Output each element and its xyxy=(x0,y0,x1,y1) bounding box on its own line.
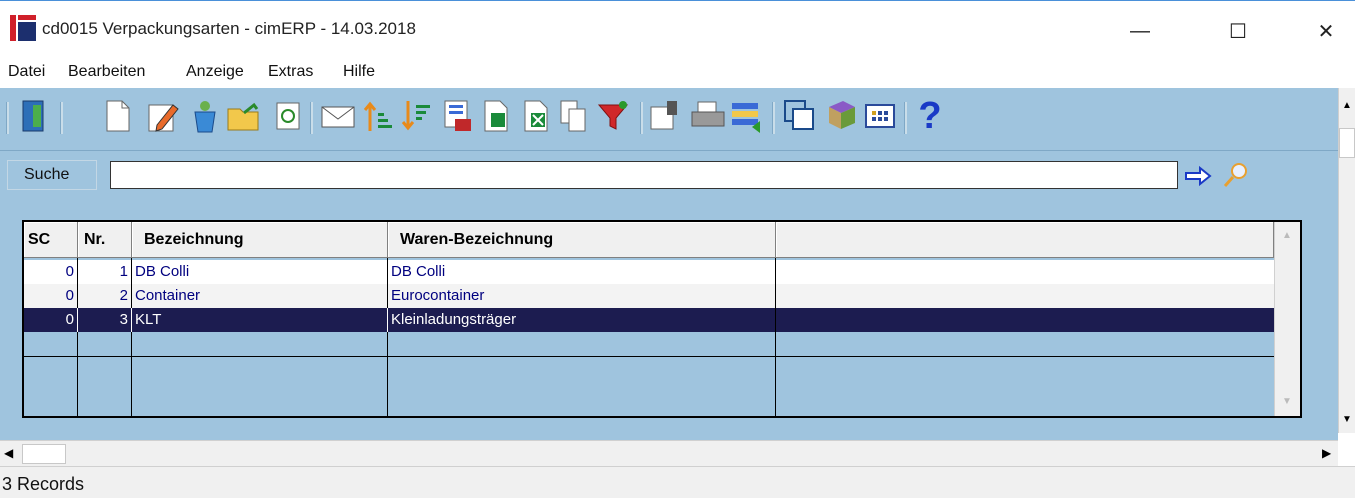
cell-waren-bezeichnung: Kleinladungsträger xyxy=(388,308,776,332)
menu-extras[interactable]: Extras xyxy=(268,63,313,81)
menu-hilfe[interactable]: Hilfe xyxy=(343,63,375,81)
scroll-up-icon[interactable]: ▲ xyxy=(1342,100,1352,111)
grid-icon[interactable] xyxy=(862,96,898,136)
toolbar: ? xyxy=(0,88,1338,150)
scroll-up-icon[interactable]: ▲ xyxy=(1282,230,1292,241)
scroll-down-icon[interactable]: ▼ xyxy=(1282,396,1292,407)
exit-door-icon[interactable] xyxy=(16,96,52,136)
search-icon[interactable] xyxy=(1222,161,1250,189)
export-icon[interactable] xyxy=(480,96,516,136)
grid-scrollbar[interactable]: ▲ ▼ xyxy=(1274,222,1300,416)
excel-icon[interactable] xyxy=(520,96,556,136)
cell-empty xyxy=(776,284,1274,308)
print-icon[interactable] xyxy=(690,96,726,136)
toolbar-separator xyxy=(640,102,643,134)
search-input[interactable] xyxy=(110,161,1178,189)
status-bar: 3 Records xyxy=(0,466,1355,498)
data-grid: SC Nr. Bezeichnung Waren-Bezeichnung 0 1… xyxy=(22,220,1302,418)
toolbar-separator xyxy=(310,102,313,134)
mail-icon[interactable] xyxy=(320,96,356,136)
cell-waren-bezeichnung: DB Colli xyxy=(388,260,776,284)
sort-descending-icon[interactable] xyxy=(398,96,434,136)
copy-icon[interactable] xyxy=(556,96,592,136)
book-icon[interactable] xyxy=(824,96,860,136)
cell-bezeichnung: KLT xyxy=(132,308,388,332)
windows-icon[interactable] xyxy=(782,96,818,136)
app-icon xyxy=(10,15,36,41)
sort-ascending-icon[interactable] xyxy=(360,96,396,136)
cell-nr: 2 xyxy=(78,284,132,308)
transfer-icon[interactable] xyxy=(730,96,766,136)
menu-datei[interactable]: Datei xyxy=(8,63,45,81)
grid-area: SC Nr. Bezeichnung Waren-Bezeichnung 0 1… xyxy=(0,212,1338,440)
column-header-nr[interactable]: Nr. xyxy=(78,222,132,258)
column-header-empty[interactable] xyxy=(776,222,1274,258)
arrow-right-icon[interactable] xyxy=(1184,165,1214,187)
filter-funnel-icon[interactable] xyxy=(596,96,632,136)
toolbar-separator xyxy=(6,102,9,134)
column-header-bezeichnung[interactable]: Bezeichnung xyxy=(132,222,388,258)
scroll-left-icon[interactable]: ◀ xyxy=(4,446,13,460)
cell-waren-bezeichnung: Eurocontainer xyxy=(388,284,776,308)
record-count: 3 Records xyxy=(2,474,85,494)
table-row-selected[interactable]: 0 3 KLT Kleinladungsträger xyxy=(24,308,1274,332)
search-band: Suche xyxy=(0,150,1338,213)
new-document-icon[interactable] xyxy=(100,96,136,136)
table-row[interactable]: 0 2 Container Eurocontainer xyxy=(24,284,1274,308)
scroll-right-icon[interactable]: ▶ xyxy=(1322,446,1331,460)
recycle-icon[interactable] xyxy=(188,96,224,136)
toolbar-separator xyxy=(772,102,775,134)
table-row[interactable]: 0 1 DB Colli DB Colli xyxy=(24,260,1274,284)
toolbar-separator xyxy=(60,102,63,134)
toolbar-separator xyxy=(904,102,907,134)
cell-sc: 0 xyxy=(24,284,78,308)
scroll-thumb[interactable] xyxy=(22,444,66,464)
cell-bezeichnung: Container xyxy=(132,284,388,308)
horizontal-scrollbar[interactable]: ◀ ▶ xyxy=(0,440,1338,467)
maximize-button[interactable]: ☐ xyxy=(1208,11,1268,51)
minimize-button[interactable]: — xyxy=(1110,11,1170,51)
search-label: Suche xyxy=(24,166,70,183)
window-title: cd0015 Verpackungsarten - cimERP - 14.03… xyxy=(42,19,416,38)
cell-sc: 0 xyxy=(24,308,78,332)
cell-nr: 3 xyxy=(78,308,132,332)
window-scrollbar[interactable]: ▲ ▼ xyxy=(1338,88,1355,433)
cell-bezeichnung: DB Colli xyxy=(132,260,388,284)
refresh-icon[interactable] xyxy=(270,96,306,136)
open-folder-icon[interactable] xyxy=(226,96,262,136)
cell-nr: 1 xyxy=(78,260,132,284)
column-header-waren-bezeichnung[interactable]: Waren-Bezeichnung xyxy=(388,222,776,258)
menu-anzeige[interactable]: Anzeige xyxy=(186,63,244,81)
calculator-123-icon[interactable] xyxy=(440,96,476,136)
help-icon[interactable]: ? xyxy=(912,95,948,137)
menu-bar: Datei Bearbeiten Anzeige Extras Hilfe xyxy=(0,60,1355,88)
cell-empty xyxy=(776,308,1274,332)
column-header-sc[interactable]: SC xyxy=(24,222,78,258)
properties-icon[interactable] xyxy=(648,96,684,136)
scroll-down-icon[interactable]: ▼ xyxy=(1342,414,1352,425)
edit-pencil-icon[interactable] xyxy=(146,96,182,136)
cell-empty xyxy=(776,260,1274,284)
close-button[interactable]: ✕ xyxy=(1296,11,1355,51)
scroll-thumb[interactable] xyxy=(1339,128,1355,158)
menu-bearbeiten[interactable]: Bearbeiten xyxy=(68,63,145,81)
cell-sc: 0 xyxy=(24,260,78,284)
title-bar: cd0015 Verpackungsarten - cimERP - 14.03… xyxy=(0,0,1355,60)
grid-line xyxy=(24,356,1274,357)
